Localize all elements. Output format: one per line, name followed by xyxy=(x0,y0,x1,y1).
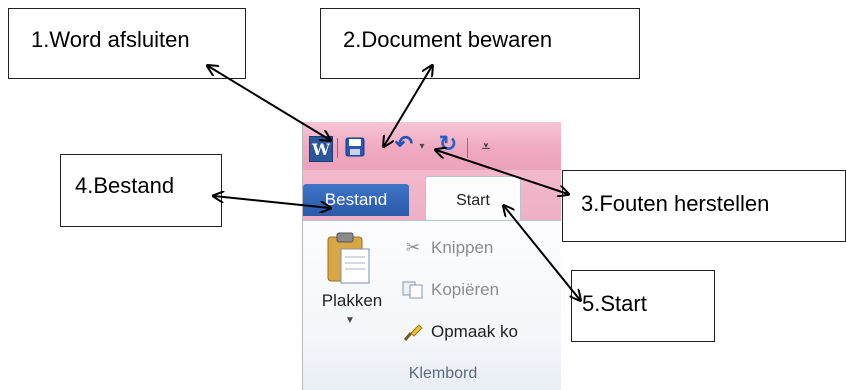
qat-separator xyxy=(337,138,338,158)
redo-icon[interactable]: ↻ xyxy=(437,131,459,156)
scissors-icon: ✂ xyxy=(405,238,421,257)
paste-label: Plakken xyxy=(321,291,383,310)
word-window-crop: W ↶ ▾ ↻ ⩡ Bestand Start Plakken ▼ ✂ Knip… xyxy=(302,122,561,390)
clipboard-icon xyxy=(325,231,373,287)
word-icon-letter: W xyxy=(312,139,330,159)
cut-button[interactable]: ✂ Knippen xyxy=(401,235,494,261)
callout-document-bewaren: 2.Document bewaren xyxy=(320,8,640,79)
format-painter-button[interactable]: Opmaak ko xyxy=(401,319,518,345)
copy-icon xyxy=(401,279,425,301)
format-painter-label: Opmaak ko xyxy=(431,322,518,341)
quick-access-toolbar: W ↶ ▾ ↻ ⩡ xyxy=(303,122,561,170)
callout-bestand: 4.Bestand xyxy=(60,154,222,227)
callout-word-afsluiten: 1.Word afsluiten xyxy=(8,8,246,79)
paintbrush-icon xyxy=(401,321,425,343)
callout-text: 2.Document bewaren xyxy=(343,27,553,52)
copy-label: Kopiëren xyxy=(431,280,500,299)
cut-label: Knippen xyxy=(431,238,494,257)
ribbon-tabs: Bestand Start xyxy=(303,170,561,221)
tab-start[interactable]: Start xyxy=(425,176,521,221)
save-icon[interactable] xyxy=(345,137,365,157)
word-app-icon[interactable]: W xyxy=(309,136,333,162)
callout-text: 5.Start xyxy=(582,291,647,316)
qat-separator xyxy=(467,138,468,158)
callout-text: 4.Bestand xyxy=(75,173,175,198)
copy-button[interactable]: Kopiëren xyxy=(401,277,499,303)
undo-icon[interactable]: ↶ xyxy=(393,131,415,156)
callout-start: 5.Start xyxy=(571,270,715,342)
ribbon-panel: Plakken ▼ ✂ Knippen Kopiëren Opmaak ko K… xyxy=(303,220,561,390)
paste-dropdown-icon[interactable]: ▼ xyxy=(345,315,355,326)
paste-button[interactable]: Plakken ▼ xyxy=(311,227,393,347)
callout-fouten-herstellen: 3.Fouten herstellen xyxy=(562,170,846,242)
customize-qat-icon[interactable]: ⩡ xyxy=(479,138,493,154)
undo-dropdown-icon[interactable]: ▾ xyxy=(417,140,427,152)
callout-text: 1.Word afsluiten xyxy=(31,27,190,52)
callout-text: 3.Fouten herstellen xyxy=(581,191,770,216)
tab-bestand[interactable]: Bestand xyxy=(303,184,409,216)
clipboard-group-label: Klembord xyxy=(408,365,478,382)
